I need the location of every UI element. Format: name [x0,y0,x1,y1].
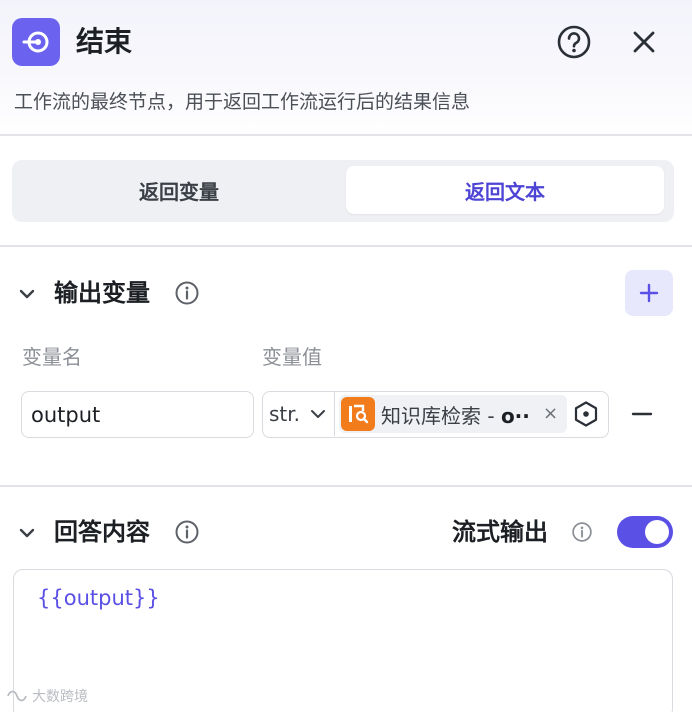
ref-variable-name: o·· [500,403,530,428]
toggle-knob [645,520,669,544]
close-icon[interactable]: × [543,404,558,424]
info-icon[interactable] [571,521,593,543]
panel-title: 结束 [76,25,133,58]
variable-reference-text: 知识库检索 - o·· [381,400,541,429]
knowledge-base-icon [341,397,375,431]
column-variable-name: 变量名 [22,345,82,369]
variable-name-input[interactable] [21,391,254,438]
minus-icon [631,412,653,416]
chevron-down-icon[interactable] [16,283,38,305]
tab-return-text[interactable]: 返回文本 [346,166,664,214]
end-node-panel: 结束 工作流的最终节点，用于返回工作流运行后的结果信息 返回变量 返回文本 输出… [0,0,692,712]
watermark-text: 大数跨境 [32,689,88,705]
info-icon[interactable] [174,280,200,306]
variable-reference-tag[interactable]: 知识库检索 - o·· × [339,395,567,433]
answer-section-title: 回答内容 [54,518,150,546]
answer-content-editor[interactable]: {{output}} [13,569,673,712]
chevron-down-icon [311,410,326,418]
divider [0,485,692,487]
help-icon[interactable] [556,24,592,60]
plus-icon [639,283,659,303]
answer-content-text: {{output}} [37,586,160,610]
type-value: str. [269,402,301,426]
divider [0,134,692,136]
info-icon[interactable] [174,519,200,545]
exit-node-icon [12,18,60,66]
add-variable-button[interactable] [625,270,673,316]
close-icon[interactable] [626,24,662,60]
type-select[interactable]: str. [263,392,335,436]
panel-description: 工作流的最终节点，用于返回工作流运行后的结果信息 [14,91,471,113]
ref-separator: - [481,403,501,428]
watermark-logo-icon [7,690,27,702]
tab-return-variable[interactable]: 返回变量 [16,166,342,214]
stream-output-toggle[interactable] [617,516,673,548]
ref-node-name: 知识库检索 [381,403,481,428]
return-mode-tabs: 返回变量 返回文本 [12,160,674,222]
variable-value-field: str. 知识库检索 - o·· × [262,391,609,438]
panel-header: 结束 [0,0,692,84]
remove-variable-button[interactable] [628,400,656,428]
divider [0,245,692,247]
column-variable-value: 变量值 [262,345,322,369]
variable-picker-icon[interactable] [572,400,600,428]
output-section-title: 输出变量 [54,279,150,307]
stream-output-label: 流式输出 [452,518,548,546]
chevron-down-icon[interactable] [16,522,38,544]
watermark: 大数跨境 [6,686,88,706]
